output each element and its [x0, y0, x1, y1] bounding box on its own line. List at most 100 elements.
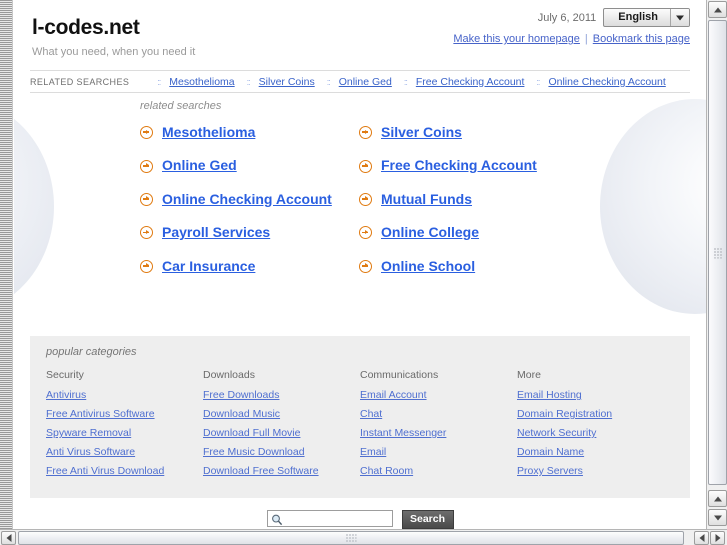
category-link[interactable]: Chat Room	[360, 465, 517, 477]
site-title: l-codes.net	[32, 16, 140, 39]
category-link[interactable]: Domain Name	[517, 446, 674, 458]
category-link[interactable]: Anti Virus Software	[46, 446, 203, 458]
scroll-left-button[interactable]	[1, 531, 16, 545]
popular-categories-title: popular categories	[46, 346, 137, 358]
category-link[interactable]: Download Free Software	[203, 465, 360, 477]
related-link-6[interactable]: Payroll Services	[162, 224, 270, 240]
arrow-right-circle-icon	[359, 226, 372, 240]
grip-icon	[345, 533, 357, 543]
scroll-left-button-right[interactable]	[694, 531, 709, 545]
search-input[interactable]	[285, 511, 391, 527]
arrow-right-circle-icon	[140, 192, 153, 206]
arrow-right-circle-icon	[140, 159, 153, 173]
related-bar-item-0[interactable]: :: Mesothelioma	[157, 76, 234, 88]
site-tagline: What you need, when you need it	[32, 46, 196, 58]
header-right-block: July 6, 2011 English Make this your home…	[453, 8, 690, 45]
category-link[interactable]: Email	[360, 446, 517, 458]
search-button[interactable]: Search	[401, 510, 454, 529]
category-column-communications: Communications Email Account Chat Instan…	[360, 369, 517, 484]
grip-icon	[713, 247, 722, 258]
arrow-right-circle-icon	[140, 126, 153, 140]
related-link-2[interactable]: Online Ged	[162, 157, 237, 173]
arrow-right-circle-icon	[140, 259, 153, 273]
chevron-down-icon[interactable]	[670, 9, 689, 26]
dots-separator: ::	[403, 76, 408, 87]
related-link-7[interactable]: Online College	[381, 224, 479, 240]
date-and-language-row: July 6, 2011 English	[453, 8, 690, 27]
vertical-scrollbar-thumb[interactable]	[708, 20, 727, 485]
current-date: July 6, 2011	[537, 11, 597, 24]
category-link[interactable]: Email Hosting	[517, 389, 674, 401]
arrow-right-circle-icon	[359, 259, 372, 273]
category-link[interactable]: Domain Registration	[517, 408, 674, 420]
related-bar-link-4[interactable]: Online Checking Account	[548, 76, 665, 88]
category-column-downloads: Downloads Free Downloads Download Music …	[203, 369, 360, 484]
related-link-row[interactable]: Mutual Funds	[359, 191, 706, 207]
related-link-5[interactable]: Mutual Funds	[381, 191, 472, 207]
scroll-up-button[interactable]	[708, 1, 727, 18]
category-link[interactable]: Download Music	[203, 408, 360, 420]
related-link-row[interactable]: Online College	[359, 224, 706, 240]
related-link-row[interactable]: Silver Coins	[359, 124, 706, 140]
category-column-security: Security Antivirus Free Antivirus Softwa…	[46, 369, 203, 484]
related-bar-item-1[interactable]: :: Silver Coins	[247, 76, 315, 88]
scroll-up-button-lower[interactable]	[708, 490, 727, 507]
brand-block: l-codes.net What you need, when you need…	[32, 17, 195, 58]
related-searches-grid: Mesothelioma Silver Coins Online Ged Fre…	[140, 124, 706, 274]
category-heading: Downloads	[203, 369, 255, 381]
related-link-row[interactable]: Online Checking Account	[140, 191, 359, 207]
search-field-wrapper[interactable]	[266, 510, 393, 528]
language-select[interactable]: English	[603, 8, 690, 27]
category-link[interactable]: Free Downloads	[203, 389, 360, 401]
related-searches-bar: RELATED SEARCHES :: Mesothelioma :: Silv…	[30, 70, 690, 93]
related-link-row[interactable]: Car Insurance	[140, 258, 359, 274]
category-link[interactable]: Spyware Removal	[46, 427, 203, 439]
category-link[interactable]: Email Account	[360, 389, 517, 401]
related-bar-link-2[interactable]: Online Ged	[339, 76, 392, 88]
category-column-more: More Email Hosting Domain Registration N…	[517, 369, 674, 484]
related-bar-item-3[interactable]: :: Free Checking Account	[404, 76, 525, 88]
related-link-3[interactable]: Free Checking Account	[381, 157, 537, 173]
related-link-row[interactable]: Payroll Services	[140, 224, 359, 240]
popular-categories-panel: popular categories Security Antivirus Fr…	[30, 336, 690, 499]
related-link-1[interactable]: Silver Coins	[381, 124, 462, 140]
related-link-9[interactable]: Online School	[381, 258, 475, 274]
dots-separator: ::	[157, 76, 161, 87]
related-link-row[interactable]: Mesothelioma	[140, 124, 359, 140]
related-link-4[interactable]: Online Checking Account	[162, 191, 332, 207]
related-bar-item-2[interactable]: :: Online Ged	[327, 76, 392, 88]
left-texture-gutter	[0, 0, 13, 529]
related-searches-bar-label: RELATED SEARCHES	[30, 76, 130, 87]
web-page-content: l-codes.net What you need, when you need…	[14, 0, 706, 529]
related-bar-link-0[interactable]: Mesothelioma	[169, 76, 234, 88]
related-bar-link-1[interactable]: Silver Coins	[259, 76, 315, 88]
related-bar-item-4[interactable]: :: Online Checking Account	[536, 76, 665, 88]
horizontal-scrollbar-thumb[interactable]	[18, 531, 684, 545]
category-link[interactable]: Proxy Servers	[517, 465, 674, 477]
category-link[interactable]: Download Full Movie	[203, 427, 360, 439]
horizontal-scrollbar[interactable]	[0, 529, 727, 545]
browser-viewport: l-codes.net What you need, when you need…	[0, 0, 727, 545]
popular-categories-grid: Security Antivirus Free Antivirus Softwa…	[46, 369, 674, 484]
category-link[interactable]: Network Security	[517, 427, 674, 439]
dots-separator: ::	[536, 76, 540, 87]
related-link-0[interactable]: Mesothelioma	[162, 124, 255, 140]
category-link[interactable]: Chat	[360, 408, 517, 420]
scroll-down-button[interactable]	[708, 509, 727, 526]
scroll-right-button[interactable]	[710, 531, 725, 545]
category-link[interactable]: Instant Messenger	[360, 427, 517, 439]
related-link-8[interactable]: Car Insurance	[162, 258, 255, 274]
related-bar-link-3[interactable]: Free Checking Account	[416, 76, 525, 88]
category-link[interactable]: Free Antivirus Software	[46, 408, 203, 420]
bookmark-page-link[interactable]: Bookmark this page	[593, 33, 690, 45]
vertical-scrollbar[interactable]	[706, 0, 727, 529]
related-link-row[interactable]: Online School	[359, 258, 706, 274]
related-link-row[interactable]: Free Checking Account	[359, 157, 706, 173]
make-homepage-link[interactable]: Make this your homepage	[453, 33, 580, 45]
category-link[interactable]: Antivirus	[46, 389, 203, 401]
dots-separator: ::	[326, 76, 331, 87]
category-link[interactable]: Free Music Download	[203, 446, 360, 458]
category-link[interactable]: Free Anti Virus Download	[46, 465, 203, 477]
page-header: l-codes.net What you need, when you need…	[14, 0, 706, 70]
related-link-row[interactable]: Online Ged	[140, 157, 359, 173]
